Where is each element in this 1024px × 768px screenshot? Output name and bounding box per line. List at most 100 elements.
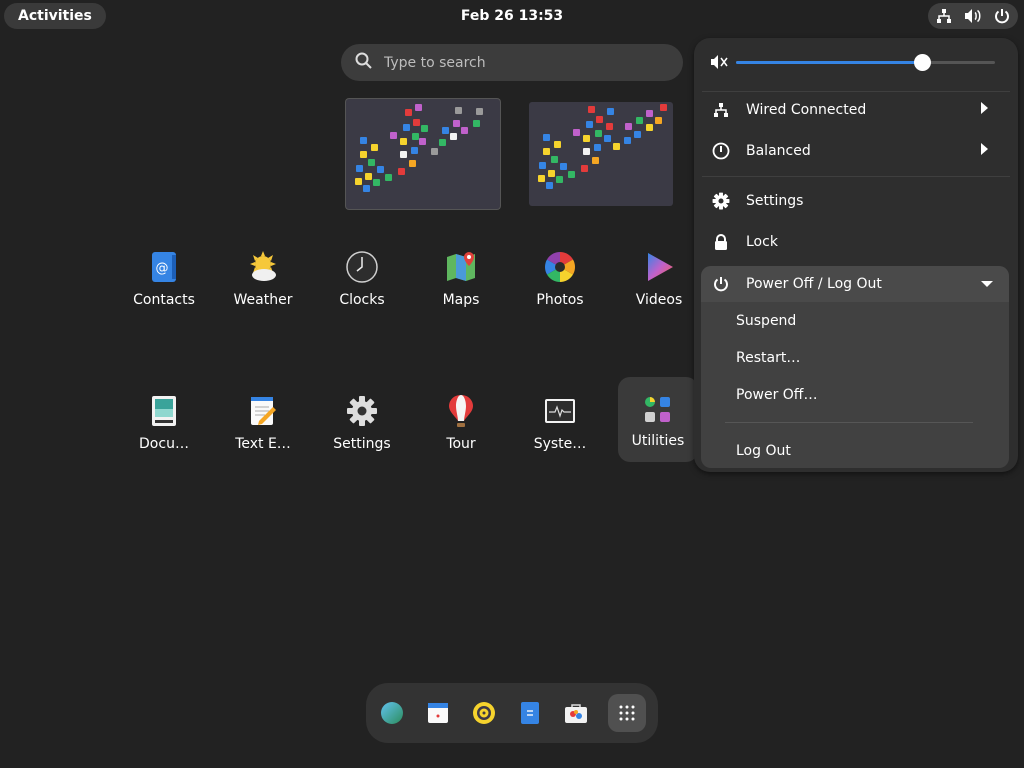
app-label: Syste… — [533, 436, 587, 452]
app-system-monitor[interactable]: Syste… — [521, 380, 599, 464]
app-label: Settings — [333, 436, 391, 452]
calendar-icon[interactable] — [424, 699, 452, 727]
window-preview-icon — [400, 138, 408, 146]
window-preview-icon — [363, 184, 371, 192]
window-preview-icon — [560, 163, 568, 171]
window-preview-icon — [542, 147, 550, 155]
workspace-thumbnail-1[interactable] — [346, 99, 500, 209]
window-preview-icon — [430, 147, 438, 155]
window-preview-icon — [439, 139, 447, 147]
power-off-item[interactable]: Power Off… — [736, 381, 996, 409]
window-preview-icon — [585, 120, 593, 128]
window-preview-icon — [659, 104, 667, 112]
window-preview-icon — [402, 123, 410, 131]
app-documents[interactable]: Docu… — [125, 380, 203, 464]
window-preview-icon — [625, 123, 633, 131]
separator — [702, 176, 1010, 177]
restart-item[interactable]: Restart… — [736, 344, 996, 372]
system-tray[interactable] — [928, 3, 1018, 29]
lock-icon — [712, 233, 730, 251]
window-preview-icon — [365, 173, 373, 181]
files-icon[interactable] — [516, 699, 544, 727]
window-preview-icon — [553, 141, 561, 148]
app-settings[interactable]: Settings — [323, 380, 401, 464]
window-preview-icon — [605, 123, 613, 131]
clock: Feb 26 13:53 — [0, 0, 1024, 32]
app-maps[interactable]: Maps — [422, 236, 500, 320]
window-preview-icon — [612, 142, 620, 150]
app-photos[interactable]: Photos — [521, 236, 599, 320]
window-preview-icon — [573, 128, 581, 136]
app-label: Text E… — [235, 436, 291, 452]
window-preview-icon — [408, 159, 416, 167]
app-text-editor[interactable]: Text E… — [224, 380, 302, 464]
wired-connected-item[interactable]: Wired Connected — [702, 92, 1010, 128]
volume-muted-icon[interactable] — [710, 54, 728, 74]
settings-item[interactable]: Settings — [702, 183, 1010, 219]
app-videos[interactable]: Videos — [620, 236, 698, 320]
log-out-item[interactable]: Log Out — [736, 437, 996, 465]
gear-icon — [712, 192, 730, 210]
workspace-thumbnail-2[interactable] — [529, 102, 673, 206]
text-editor-icon — [246, 394, 280, 428]
window-preview-icon — [542, 133, 550, 141]
window-preview-icon — [646, 110, 654, 118]
window-preview-icon — [414, 103, 422, 111]
power-menu-title: Power Off / Log Out — [746, 276, 882, 292]
svg-text:@: @ — [156, 261, 169, 276]
lock-label: Lock — [746, 234, 778, 250]
volume-icon — [964, 8, 982, 24]
app-folder-utilities[interactable]: Utilities — [618, 377, 698, 462]
app-label: Photos — [536, 292, 584, 308]
window-preview-icon — [593, 143, 601, 151]
window-preview-icon — [453, 119, 461, 127]
app-weather[interactable]: Weather — [224, 236, 302, 320]
app-clocks[interactable]: Clocks — [323, 236, 401, 320]
window-preview-icon — [538, 162, 546, 170]
window-preview-icon — [413, 119, 421, 127]
date-time-button[interactable]: Feb 26 13:53 — [461, 8, 563, 24]
window-preview-icon — [538, 174, 546, 182]
app-tour[interactable]: Tour — [422, 380, 500, 464]
window-preview-icon — [591, 156, 599, 164]
show-apps-icon[interactable] — [608, 694, 646, 732]
window-preview-icon — [546, 181, 554, 189]
window-preview-icon — [476, 108, 484, 116]
app-label: Weather — [233, 292, 293, 308]
window-preview-icon — [399, 151, 407, 159]
window-preview-icon — [419, 138, 427, 146]
suspend-item[interactable]: Suspend — [736, 307, 996, 335]
photos-icon — [543, 250, 577, 284]
window-preview-icon — [359, 136, 367, 144]
window-preview-icon — [370, 144, 378, 151]
app-contacts[interactable]: @ Contacts — [125, 236, 203, 320]
window-preview-icon — [421, 124, 429, 132]
search-icon — [355, 52, 372, 73]
separator — [725, 422, 973, 423]
web-browser-icon[interactable] — [378, 699, 406, 727]
top-bar: Activities Feb 26 13:53 — [0, 0, 1024, 32]
volume-slider[interactable] — [736, 54, 995, 71]
search-bar[interactable] — [341, 44, 683, 81]
software-icon[interactable] — [562, 699, 590, 727]
lock-item[interactable]: Lock — [702, 224, 1010, 260]
activities-button[interactable]: Activities — [4, 3, 106, 29]
chevron-down-icon — [981, 276, 993, 292]
window-preview-icon — [355, 177, 363, 185]
window-preview-icon — [472, 119, 480, 127]
window-preview-icon — [410, 146, 418, 154]
power-mode-item[interactable]: Balanced — [702, 133, 1010, 169]
music-icon[interactable] — [470, 699, 498, 727]
app-label: Clocks — [339, 292, 385, 308]
power-icon — [712, 275, 730, 293]
weather-icon — [246, 250, 280, 284]
app-label: Docu… — [139, 436, 189, 452]
search-input[interactable] — [384, 54, 664, 71]
power-off-log-out-item[interactable]: Power Off / Log Out — [701, 266, 1009, 302]
settings-label: Settings — [746, 193, 804, 209]
volume-slider-handle[interactable] — [914, 54, 932, 71]
app-label: Utilities — [631, 433, 685, 449]
window-preview-icon — [450, 132, 458, 140]
document-viewer-icon — [147, 394, 181, 428]
app-label: Contacts — [133, 292, 195, 308]
